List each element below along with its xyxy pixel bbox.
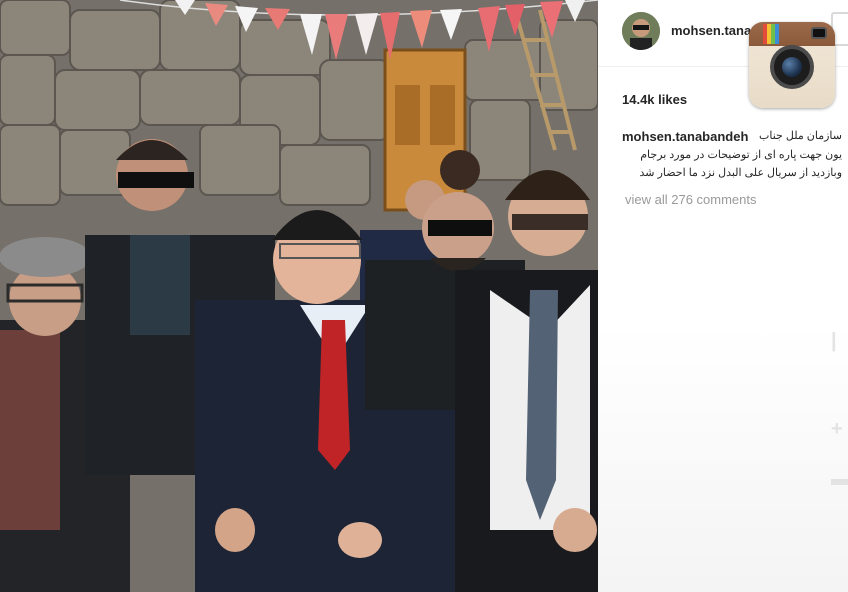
caption-line-1: سازمان ملل جناب: [758, 130, 842, 142]
logo-viewfinder: [811, 27, 827, 39]
side-bar-icon: ▬: [831, 468, 848, 490]
logo-lens: [770, 45, 814, 89]
header-username[interactable]: mohsen.tana: [671, 23, 751, 38]
likes-count[interactable]: 14.4k likes: [622, 92, 687, 107]
instagram-logo-icon: [749, 22, 835, 108]
photo-illustration: [0, 0, 598, 592]
avatar[interactable]: [622, 12, 660, 50]
post-sidebar: mohsen.tana 14.4k likes mohsen.tanabande…: [598, 0, 848, 592]
plus-icon[interactable]: +: [831, 418, 843, 441]
faint-side-icon: |: [831, 330, 837, 352]
caption-line-3: وبازدید از سریال علی البدل نزد ما احضار …: [639, 167, 842, 179]
caption-username[interactable]: mohsen.tanabandeh: [622, 129, 748, 144]
post-photo[interactable]: [0, 0, 598, 592]
logo-stripe-blue: [775, 24, 779, 44]
avatar-image: [622, 12, 660, 50]
view-all-comments-link[interactable]: view all 276 comments: [625, 192, 757, 207]
caption-line-2: یون جهت پاره ای از توضیحات در مورد برجام: [640, 149, 842, 161]
